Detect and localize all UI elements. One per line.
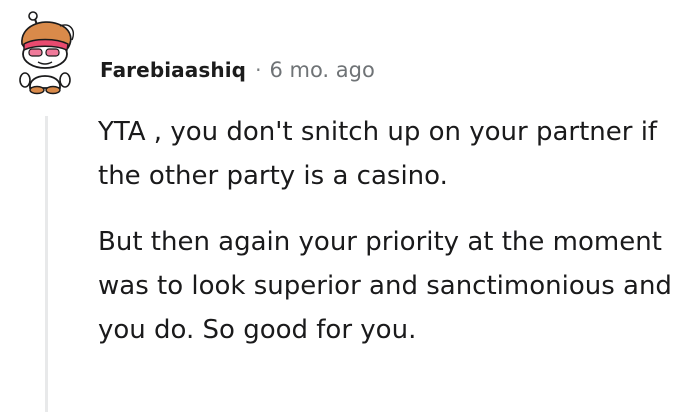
comment: Farebiaashiq · 6 mo. ago YTA , you don't… xyxy=(0,0,700,412)
comment-paragraph: But then again your priority at the mome… xyxy=(98,227,672,345)
comment-meta: Farebiaashiq · 6 mo. ago xyxy=(100,52,375,88)
author-username[interactable]: Farebiaashiq xyxy=(100,58,246,82)
thread-collapse-line[interactable] xyxy=(45,116,48,412)
meta-separator: · xyxy=(255,58,262,82)
comment-body: YTA , you don't snitch up on your partne… xyxy=(98,110,688,374)
comment-timestamp[interactable]: 6 mo. ago xyxy=(269,58,374,82)
snoo-avatar-icon[interactable] xyxy=(12,10,78,106)
comment-paragraph: YTA , you don't snitch up on your partne… xyxy=(98,117,658,191)
